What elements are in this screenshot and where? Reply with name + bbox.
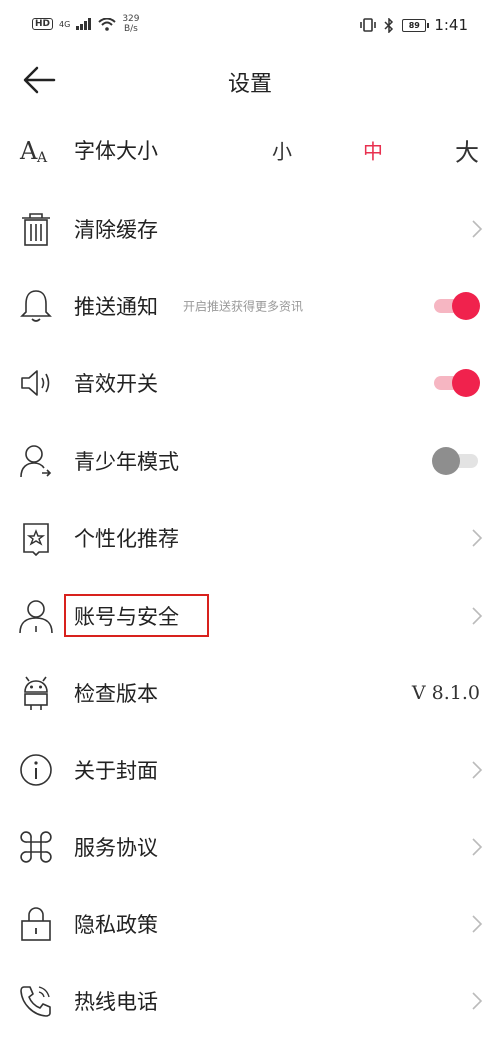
clear-cache-label: 清除缓存: [74, 217, 158, 242]
highlight-box: [64, 594, 209, 637]
chevron-right-icon: [472, 760, 483, 779]
service-agreement-label: 服务协议: [74, 835, 158, 860]
chevron-right-icon: [472, 219, 483, 238]
teen-mode-row: 青少年模式: [0, 422, 500, 499]
font-size-small[interactable]: 小: [272, 135, 292, 164]
font-size-options: 小 中 大: [0, 111, 500, 188]
vibrate-icon: [360, 18, 377, 32]
hotline-row[interactable]: 热线电话: [0, 962, 500, 1039]
chevron-right-icon: [472, 606, 483, 625]
clock: 1:41: [434, 16, 468, 34]
check-version-label: 检查版本: [74, 681, 158, 706]
privacy-policy-label: 隐私政策: [74, 912, 158, 937]
chevron-right-icon: [472, 991, 483, 1010]
push-notification-hint: 开启推送获得更多资讯: [183, 299, 304, 313]
sound-effect-toggle[interactable]: [434, 368, 480, 397]
version-number: V 8.1.0: [411, 681, 480, 704]
bell-icon: [20, 289, 52, 322]
service-agreement-row[interactable]: 服务协议: [0, 808, 500, 885]
star-badge-icon: [23, 522, 49, 556]
teen-user-icon: [20, 444, 52, 477]
personalized-recommend-row[interactable]: 个性化推荐: [0, 499, 500, 576]
speaker-icon: [21, 369, 50, 396]
battery-level: 89: [408, 20, 420, 30]
battery-icon: 89: [402, 18, 430, 32]
speed-unit: B/s: [123, 24, 138, 34]
sound-effect-row: 音效开关: [0, 344, 500, 421]
push-notification-toggle[interactable]: [434, 291, 480, 320]
push-notification-label: 推送通知: [74, 294, 158, 319]
chevron-right-icon: [472, 914, 483, 933]
clear-cache-row[interactable]: 清除缓存: [0, 190, 500, 267]
push-notification-row: 推送通知 开启推送获得更多资讯: [0, 267, 500, 344]
trash-icon: [22, 212, 50, 246]
chevron-right-icon: [472, 528, 483, 547]
sound-effect-label: 音效开关: [74, 371, 158, 396]
phone-icon: [20, 985, 51, 1017]
about-row[interactable]: 关于封面: [0, 731, 500, 808]
command-icon: [20, 830, 52, 863]
font-size-medium[interactable]: 中: [363, 135, 383, 164]
teen-mode-toggle[interactable]: [432, 446, 478, 475]
android-icon: [24, 676, 48, 710]
signal-icon: [76, 18, 92, 30]
about-label: 关于封面: [74, 758, 158, 783]
hotline-label: 热线电话: [74, 989, 158, 1014]
font-size-row: A A 字体大小 小 中 大: [0, 111, 500, 188]
status-bar: HD 4G 329 B/s 89 1:41: [0, 0, 500, 56]
chevron-right-icon: [472, 837, 483, 856]
status-right: 89 1:41: [360, 16, 468, 34]
privacy-policy-row[interactable]: 隐私政策: [0, 885, 500, 962]
page-title: 设置: [227, 72, 272, 97]
speed-value: 329: [122, 14, 140, 24]
user-icon: [19, 599, 53, 633]
teen-mode-label: 青少年模式: [74, 449, 179, 474]
wifi-icon: [98, 17, 116, 31]
hd-badge: HD: [32, 18, 54, 30]
lock-icon: [21, 906, 51, 941]
status-left: HD 4G 329 B/s: [32, 14, 140, 34]
bluetooth-icon: [384, 17, 394, 33]
font-size-large[interactable]: 大: [455, 132, 479, 167]
network-speed: 329 B/s: [122, 14, 139, 34]
network-label: 4G: [59, 19, 71, 29]
header: 设置: [0, 56, 500, 104]
info-icon: [20, 753, 52, 786]
check-version-row[interactable]: 检查版本 V 8.1.0: [0, 654, 500, 731]
personalized-recommend-label: 个性化推荐: [74, 526, 179, 551]
